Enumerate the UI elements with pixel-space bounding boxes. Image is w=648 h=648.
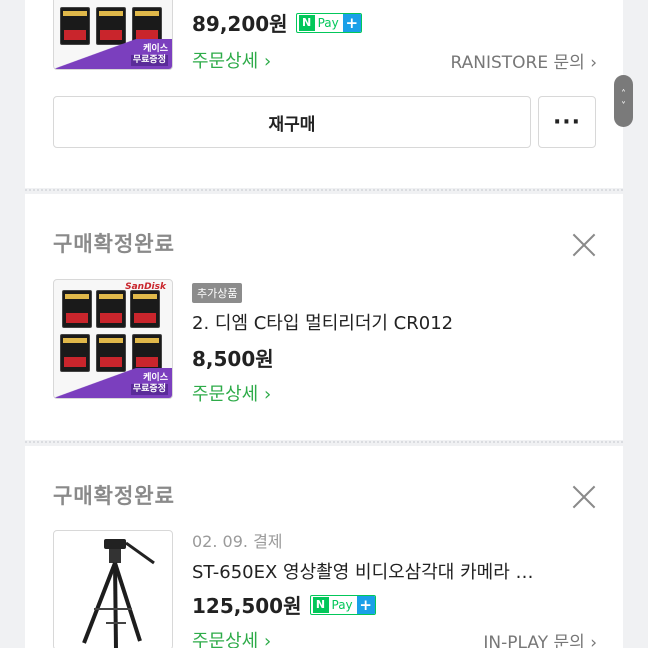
order-card-2: 구매확정완료 SanDisk 케이스 무료증정 추가상품 2. 디엠 C타입 멀…: [25, 194, 623, 440]
fast-scroll-handle[interactable]: ˄ ˅: [614, 75, 633, 127]
product-name[interactable]: 2. 디엠 C타입 멀티리더기 CR012: [192, 309, 597, 335]
chevron-right-icon: ›: [263, 51, 272, 72]
chevron-right-icon: ›: [263, 384, 272, 405]
order-detail-link[interactable]: 주문상세 ›: [192, 627, 271, 648]
product-name[interactable]: ST-650EX 영상촬영 비디오삼각대 카메라 …: [192, 558, 597, 584]
order-status: 구매확정완료: [53, 232, 175, 256]
divider: [25, 189, 623, 191]
product-thumbnail[interactable]: 케이스 무료증정: [53, 0, 173, 70]
seller-inquiry-link[interactable]: IN-PLAY 문의 ›: [483, 628, 597, 648]
order-price: 89,200원 N Pay +: [192, 8, 597, 37]
close-icon[interactable]: [571, 484, 597, 510]
close-icon[interactable]: [571, 232, 597, 258]
plus-icon: +: [356, 595, 375, 614]
promo-text: 케이스 무료증정: [130, 44, 168, 66]
plus-icon: +: [342, 13, 361, 32]
more-options-button[interactable]: ···: [538, 96, 596, 148]
chevron-right-icon: ›: [263, 631, 272, 648]
order-status: 구매확정완료: [53, 484, 175, 508]
chevron-up-icon: ˄: [621, 89, 626, 100]
product-thumbnail[interactable]: SanDisk 케이스 무료증정: [53, 279, 173, 399]
order-card-1: 케이스 무료증정 89,200원 N Pay + 주문상세 › RANISTOR…: [25, 0, 623, 188]
tripod-image: [82, 539, 155, 648]
npay-badge: N Pay +: [295, 12, 362, 33]
order-price: 125,500원 N Pay +: [192, 590, 597, 619]
chevron-right-icon: ›: [590, 52, 597, 73]
npay-badge: N Pay +: [309, 594, 376, 615]
seller-inquiry-link[interactable]: RANISTORE 문의 ›: [451, 48, 598, 73]
order-detail-link[interactable]: 주문상세 ›: [192, 47, 271, 73]
product-thumbnail[interactable]: [53, 530, 173, 648]
chevron-right-icon: ›: [590, 632, 597, 648]
payment-date: 02. 09. 결제: [192, 532, 283, 551]
order-detail-link[interactable]: 주문상세 ›: [192, 380, 271, 406]
rebuy-button[interactable]: 재구매: [53, 96, 531, 148]
divider: [25, 441, 623, 443]
chevron-down-icon: ˅: [621, 101, 626, 112]
sd-cards-image: [60, 290, 166, 376]
addon-badge: 추가상품: [192, 283, 243, 303]
promo-text: 케이스 무료증정: [130, 373, 168, 395]
order-card-3: 구매확정완료 02. 09. 결제 ST-650EX 영상촬영 비디오삼각대 카…: [25, 446, 623, 648]
order-price: 8,500원: [192, 347, 274, 371]
